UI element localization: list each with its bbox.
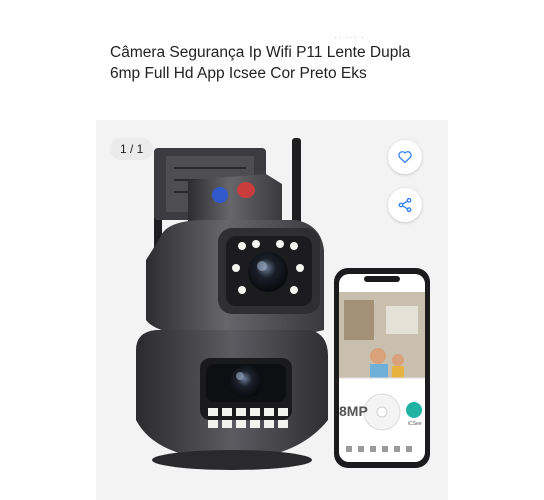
resolution-badge: 8MP [339, 403, 368, 419]
favorite-button[interactable] [388, 140, 422, 174]
image-overlay: 8MP iCSee [339, 403, 422, 427]
app-name-label: iCSee [408, 421, 422, 427]
share-icon [398, 197, 412, 213]
product-title: Câmera Segurança Ip Wifi P11 Lente Dupla… [110, 44, 411, 82]
heart-icon [398, 151, 412, 163]
share-button[interactable] [388, 188, 422, 222]
product-gallery[interactable]: 8MP iCSee 1 / 1 [96, 120, 448, 500]
image-counter: 1 / 1 [110, 138, 154, 160]
status-indicator: ·· ··· · [334, 32, 365, 42]
